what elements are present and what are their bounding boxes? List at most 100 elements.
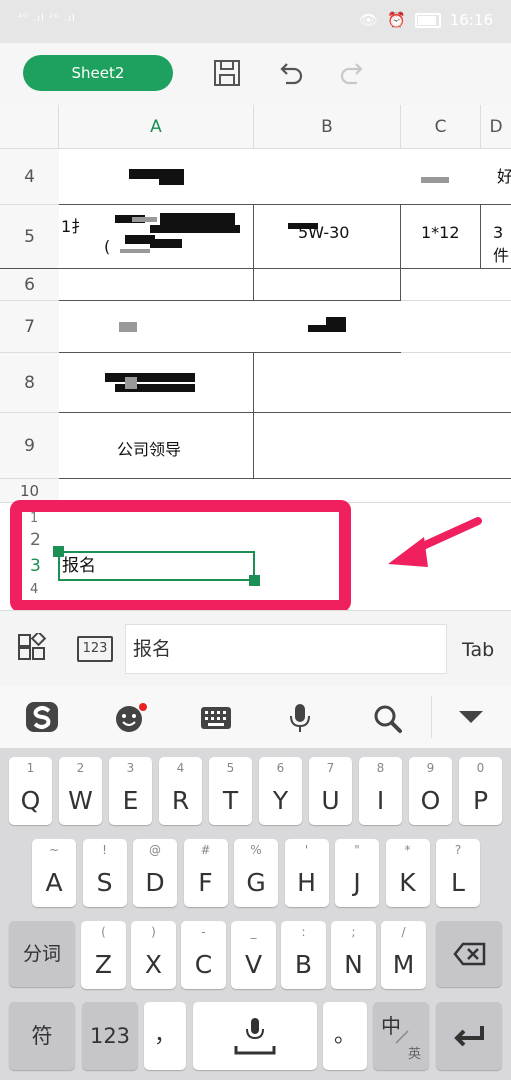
ime-toolbar — [0, 686, 511, 749]
cell-b4[interactable] — [254, 149, 401, 205]
key-secondary-label: ) — [151, 925, 156, 939]
language-switch-key[interactable]: 中 英 — [373, 1002, 429, 1070]
cell-a7[interactable] — [59, 301, 254, 353]
key-g[interactable]: % G — [234, 839, 278, 907]
key-k[interactable]: * K — [385, 839, 430, 907]
microphone-icon[interactable] — [288, 702, 312, 734]
key-secondary-label: / — [401, 925, 406, 939]
row-header-8[interactable]: 8 — [0, 353, 59, 413]
search-icon[interactable] — [373, 704, 403, 734]
key-a[interactable]: ~ A — [32, 839, 76, 907]
key-secondary-label: 1 — [26, 761, 35, 775]
key-e[interactable]: 3E — [109, 757, 152, 825]
cell-a5[interactable]: 1扌 ( — [0, 205, 254, 269]
key-d[interactable]: @ D — [133, 839, 177, 907]
formula-input[interactable]: 报名 — [125, 624, 447, 674]
symbols-key[interactable]: 符 — [9, 1002, 75, 1070]
key-y[interactable]: 6Y — [259, 757, 302, 825]
key-z[interactable]: (Z — [81, 921, 126, 989]
key-j[interactable]: " J — [335, 839, 379, 907]
corner-header[interactable] — [0, 105, 59, 149]
key-q[interactable]: 1Q — [9, 757, 52, 825]
key-secondary-label: ; — [351, 925, 356, 939]
row-header-9[interactable]: 9 — [0, 413, 59, 479]
slash-icon — [395, 1030, 409, 1044]
numeric-keypad-button[interactable]: 123 — [77, 636, 113, 662]
key-label: C — [194, 950, 213, 979]
key-secondary-label: # — [200, 843, 211, 857]
key-secondary-label: ~ — [48, 843, 60, 857]
key-secondary-label: 9 — [426, 761, 435, 775]
cell-b7[interactable] — [254, 301, 401, 353]
enter-key[interactable] — [436, 1002, 502, 1070]
cell-b5[interactable]: 5W-30 — [254, 205, 401, 269]
key-label: Q — [20, 786, 41, 815]
key-b[interactable]: :B — [281, 921, 326, 989]
key-secondary-label: * — [404, 843, 411, 857]
key-secondary-label: 5 — [226, 761, 235, 775]
space-key[interactable] — [193, 1002, 317, 1070]
column-header-b[interactable]: B — [254, 105, 401, 149]
redo-icon[interactable] — [337, 57, 369, 89]
period-key[interactable]: 。 — [323, 1002, 367, 1070]
tab-button[interactable]: Tab — [462, 639, 494, 661]
key-i[interactable]: 8I — [359, 757, 402, 825]
key-secondary-label: : — [301, 925, 306, 939]
key-label: N — [344, 950, 363, 979]
emoji-icon[interactable] — [114, 702, 148, 736]
key-l[interactable]: ? L — [436, 839, 480, 907]
cell-c4[interactable] — [401, 149, 481, 205]
undo-icon[interactable] — [274, 57, 306, 89]
key-v[interactable]: _ V — [231, 921, 276, 989]
cell-b9[interactable] — [254, 413, 511, 479]
key-h[interactable]: ' H — [284, 839, 329, 907]
column-header-c[interactable]: C — [401, 105, 481, 149]
cell-b8[interactable] — [254, 353, 511, 413]
cell-d5[interactable]: 3件 — [481, 205, 511, 269]
key-x[interactable]: ) X — [131, 921, 176, 989]
numbers-key[interactable]: 123 — [82, 1002, 138, 1070]
key-p[interactable]: 0P — [459, 757, 502, 825]
row-header-7[interactable]: 7 — [0, 301, 59, 353]
key-r[interactable]: 4R — [159, 757, 202, 825]
cell-c5[interactable]: 1*12 — [401, 205, 481, 269]
key-w[interactable]: 2W — [59, 757, 102, 825]
key-secondary-label: @ — [149, 843, 161, 857]
key-secondary-label: 8 — [376, 761, 385, 775]
key-t[interactable]: 5T — [209, 757, 252, 825]
cell-d4[interactable]: 好 — [481, 149, 511, 205]
column-header-d[interactable]: D — [481, 105, 511, 149]
ime-divider — [431, 696, 432, 738]
sogou-logo-icon[interactable] — [24, 700, 60, 734]
key-f[interactable]: # F — [183, 839, 228, 907]
key-label: R — [171, 786, 190, 815]
column-header-a[interactable]: A — [59, 105, 254, 149]
key-s[interactable]: ! S — [82, 839, 127, 907]
annotation-highlight-box — [10, 500, 351, 612]
cell-c7[interactable] — [401, 301, 511, 353]
comma-key[interactable]: ， — [144, 1002, 186, 1070]
keyboard-icon[interactable] — [200, 704, 232, 732]
key-m[interactable]: / M — [381, 921, 426, 989]
backspace-key[interactable] — [436, 921, 502, 987]
key-label: L — [451, 868, 465, 897]
key-u[interactable]: 7U — [309, 757, 352, 825]
cell-a4[interactable] — [59, 149, 254, 205]
row-header-6[interactable]: 6 — [0, 269, 59, 301]
key-n[interactable]: ; N — [331, 921, 376, 989]
cell-b6[interactable] — [254, 269, 401, 301]
enter-icon — [454, 1026, 484, 1047]
sheet-tab-button[interactable]: Sheet2 — [23, 55, 173, 91]
cell-a6[interactable] — [59, 269, 254, 301]
word-segment-key[interactable]: 分词 — [9, 921, 75, 987]
row-header-4[interactable]: 4 — [0, 149, 59, 205]
cell-c6[interactable] — [401, 269, 511, 301]
key-label: I — [376, 786, 385, 815]
cell-a8[interactable] — [59, 353, 254, 413]
cell-a9[interactable]: 公司领导 — [59, 413, 254, 479]
key-c[interactable]: -C — [181, 921, 226, 989]
key-o[interactable]: 9O — [409, 757, 452, 825]
save-icon[interactable] — [211, 57, 243, 89]
apps-grid-icon[interactable] — [17, 633, 47, 663]
collapse-keyboard-icon[interactable] — [458, 710, 484, 724]
